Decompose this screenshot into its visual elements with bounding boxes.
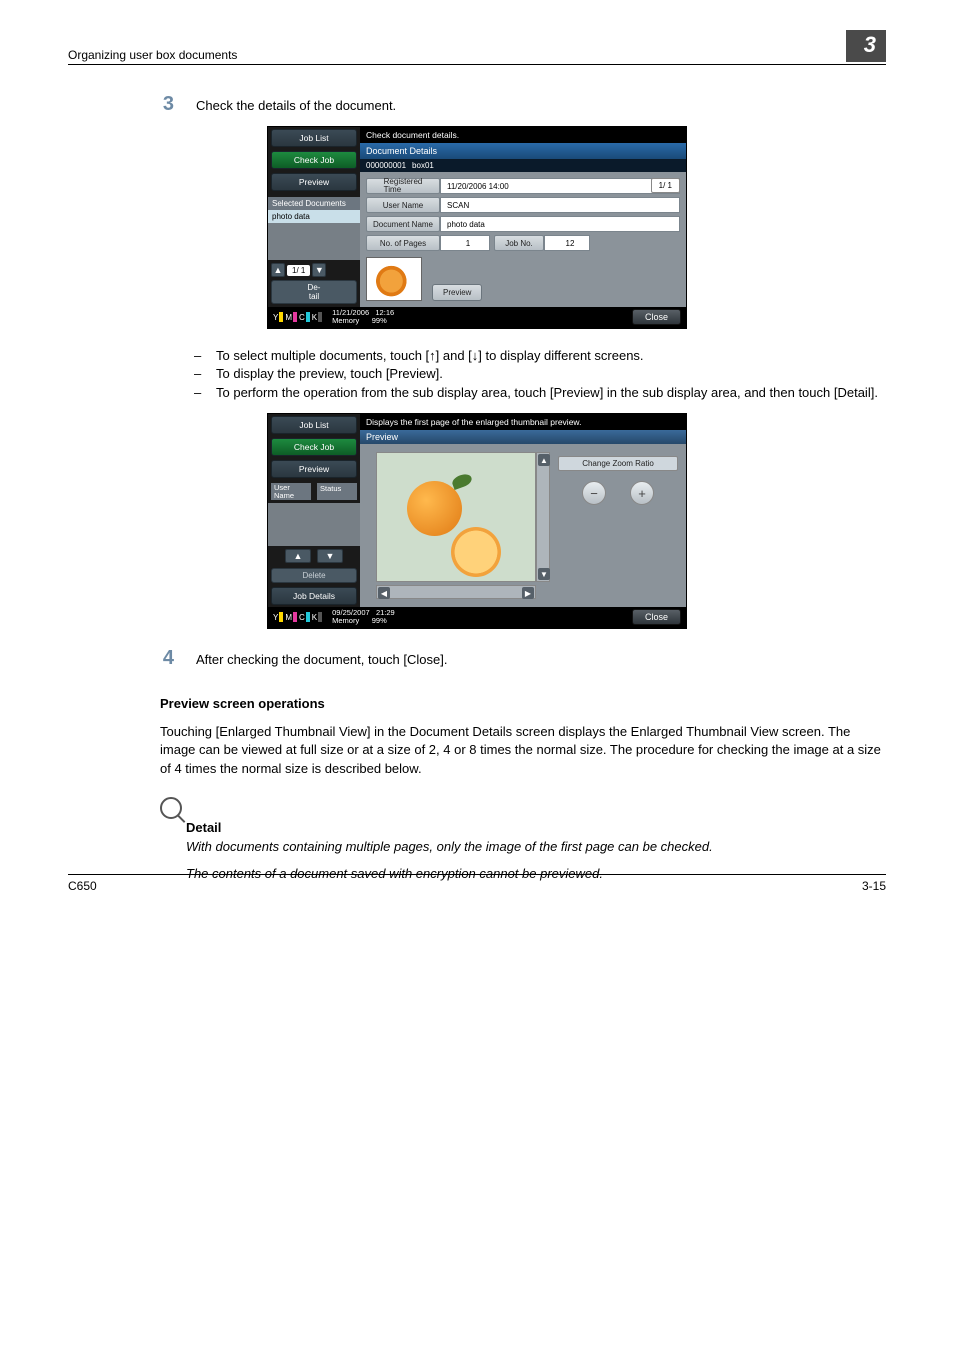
down-arrow-button[interactable]: ▼ [317,549,343,563]
up-arrow-button[interactable]: ▲ [271,263,285,277]
doc-id: 000000001 [366,161,406,170]
tab-job-list[interactable]: Job List [271,129,357,147]
user-name-value: SCAN [440,197,680,213]
bottom-bar: Y M C K 09/25/2007 21:29 Memory 99% Clos… [268,607,686,628]
tab-preview[interactable]: Preview [271,173,357,191]
toner-levels: Y M C K [273,312,322,322]
registered-time-value: 11/20/2006 14:00 [440,178,680,194]
pages-label: No. of Pages [366,235,440,251]
zoom-in-button[interactable]: + [630,481,654,505]
scroll-right-icon[interactable]: ▶ [522,587,534,599]
tab-preview[interactable]: Preview [271,460,357,478]
zoom-out-button[interactable]: − [582,481,606,505]
tab-check-job[interactable]: Check Job [271,438,357,456]
user-name-col: User Name [271,483,311,500]
preview-image [376,452,536,582]
step-4: 4 After checking the document, touch [Cl… [160,647,886,670]
page-footer: C650 3-15 [68,874,886,893]
memory-label: Memory [332,316,359,325]
document-details-header: Document Details [360,143,686,159]
status-col: Status [317,483,357,500]
bullet-1: –To select multiple documents, touch [↑]… [194,347,886,366]
detail-button[interactable]: De- tail [271,280,357,304]
user-name-label: User Name [366,197,440,213]
step-text: Check the details of the document. [196,98,396,113]
document-name-label: Document Name [366,216,440,232]
step-text: After checking the document, touch [Clos… [196,652,447,667]
job-no-label: Job No. [494,235,544,251]
registered-time-label: Registered Time [366,178,440,194]
detail-line-1: With documents containing multiple pages… [186,839,886,854]
bullet-3: –To perform the operation from the sub d… [194,384,886,403]
delete-button[interactable]: Delete [271,568,357,583]
header-title: Organizing user box documents [68,48,237,62]
bullet-2: –To display the preview, touch [Preview]… [194,365,886,384]
job-details-button[interactable]: Job Details [271,587,357,605]
horizontal-scrollbar[interactable]: ◀ ▶ [376,585,536,599]
vertical-scrollbar[interactable]: ▲ ▼ [536,452,550,582]
zoom-label: Change Zoom Ratio [558,456,678,471]
page-header: Organizing user box documents 3 [68,30,886,65]
step-number: 3 [160,93,174,116]
document-details-screen: Job List Check Job Preview Selected Docu… [267,126,687,329]
page-indicator: 1/ 1 [287,265,310,276]
tab-job-list[interactable]: Job List [271,416,357,434]
document-thumbnail [366,257,422,301]
close-button[interactable]: Close [632,309,681,325]
preview-screen: Job List Check Job Preview User Name Sta… [267,413,687,629]
document-name-value: photo data [440,216,680,232]
close-button[interactable]: Close [632,609,681,625]
tab-check-job[interactable]: Check Job [271,151,357,169]
scroll-up-icon[interactable]: ▲ [538,454,550,466]
section-heading: Preview screen operations [160,696,886,711]
detail-title: Detail [186,820,886,835]
preview-tab[interactable]: Preview [360,430,686,444]
panel-title: Displays the first page of the enlarged … [360,414,686,430]
document-id-bar: 000000001 box01 [360,159,686,172]
memory-value: 99% [372,316,387,325]
chapter-badge: 3 [846,30,886,62]
memory-label: Memory [332,616,359,625]
selected-documents-label: Selected Documents [268,197,360,210]
body-paragraph: Touching [Enlarged Thumbnail View] in th… [160,723,886,780]
footer-left: C650 [68,879,97,893]
magnifier-icon [160,797,182,819]
memory-value: 99% [372,616,387,625]
preview-button[interactable]: Preview [432,284,482,301]
selected-document[interactable]: photo data [268,210,360,223]
panel-title: Check document details. [360,127,686,143]
scroll-down-icon[interactable]: ▼ [538,568,550,580]
down-arrow-button[interactable]: ▼ [312,263,326,277]
box-name: box01 [412,161,434,170]
pages-value: 1 [440,235,490,251]
footer-right: 3-15 [862,879,886,893]
job-no-value: 12 [544,235,590,251]
bottom-bar: Y M C K 11/21/2006 12:16 Memory 99% Clos… [268,307,686,328]
scroll-left-icon[interactable]: ◀ [378,587,390,599]
step-number: 4 [160,647,174,670]
toner-levels: Y M C K [273,612,322,622]
step-3: 3 Check the details of the document. [160,93,886,116]
up-arrow-button[interactable]: ▲ [285,549,311,563]
page-indicator-right: 1/ 1 [651,178,680,193]
